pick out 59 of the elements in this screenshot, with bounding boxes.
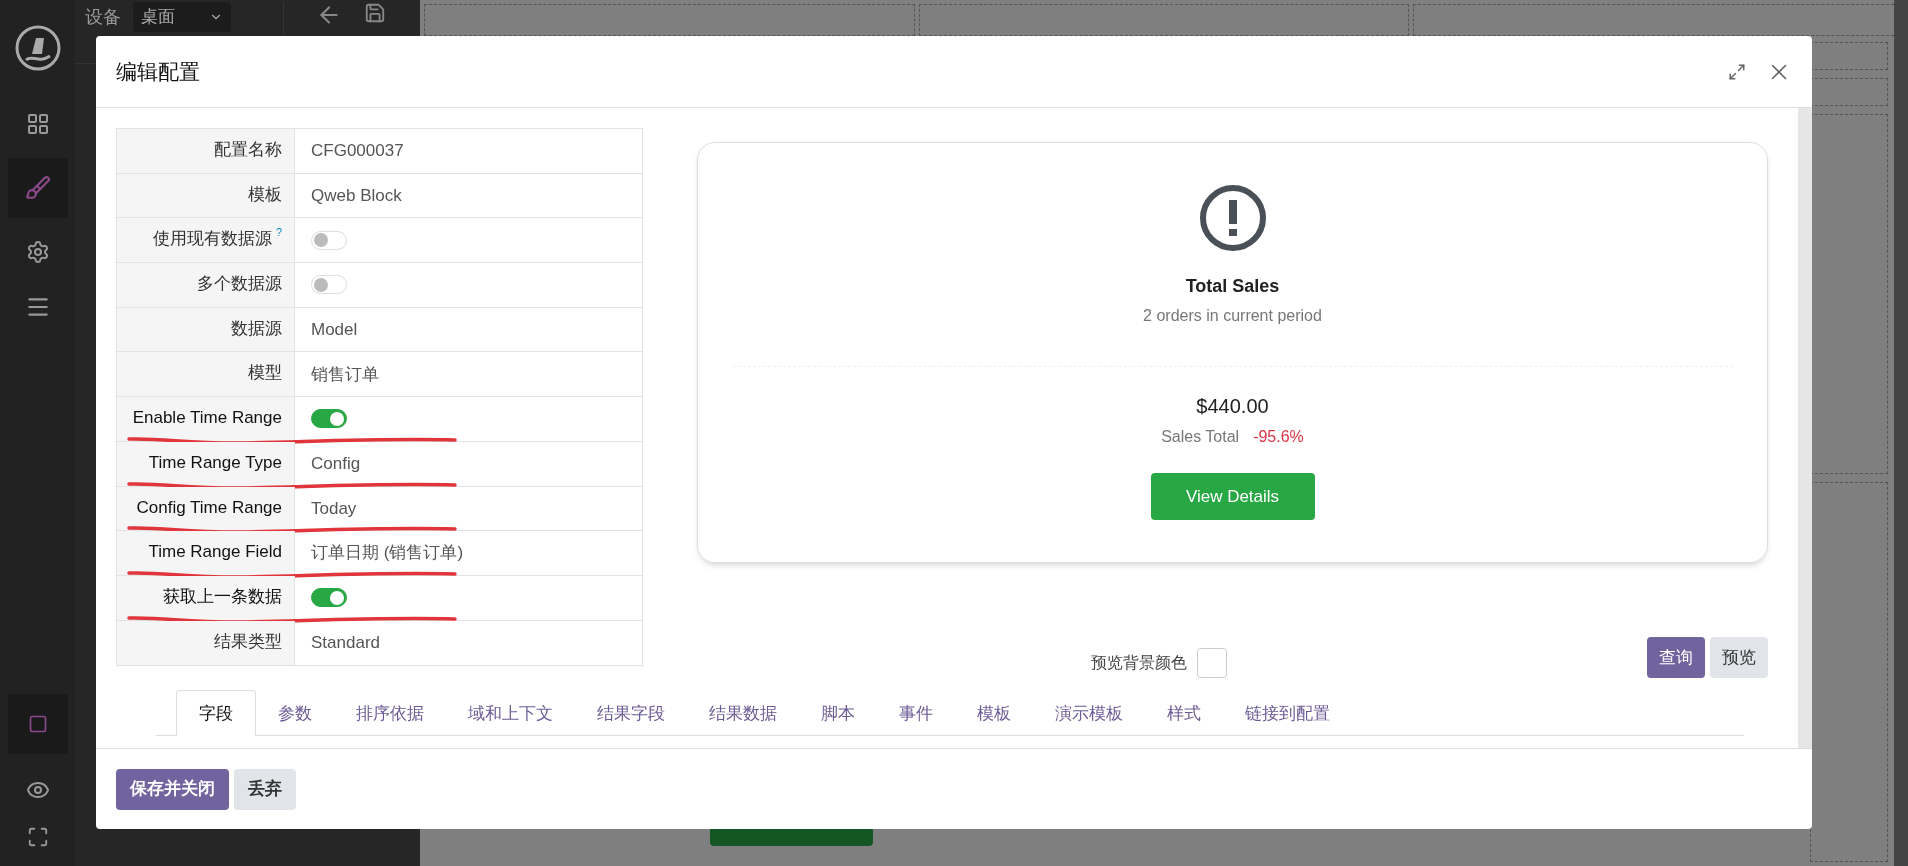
dialog-title: 编辑配置 (116, 58, 200, 85)
field-value[interactable]: Qweb Block (311, 182, 402, 209)
field-value[interactable]: Standard (311, 630, 380, 656)
sidebar-item-active[interactable] (7, 158, 68, 218)
card-title: Total Sales (1185, 275, 1280, 298)
card-subtitle: 2 orders in current period (1143, 306, 1322, 326)
field-value[interactable]: 订单日期 (销售订单) (311, 540, 464, 566)
amount: $440.00 (1196, 394, 1269, 419)
expand-icon[interactable] (26, 826, 49, 848)
field-label: 结果类型 (214, 630, 282, 653)
tab[interactable]: 域和上下文 (446, 690, 575, 737)
grid-icon[interactable] (25, 112, 50, 136)
field-value[interactable]: Config (311, 450, 361, 477)
tab[interactable]: 事件 (877, 690, 955, 737)
device-select[interactable]: 桌面 (133, 2, 231, 32)
change-percent: -95.6% (1253, 427, 1304, 447)
field-value[interactable]: Today (311, 495, 357, 522)
tab[interactable]: 模板 (955, 690, 1033, 737)
discard-button[interactable]: 丢弃 (234, 768, 296, 810)
field-label: 多个数据源 (197, 273, 282, 296)
field-value[interactable]: Model (311, 316, 358, 343)
help-mark[interactable]: ? (275, 226, 282, 239)
field-value[interactable]: CFG000037 (311, 138, 404, 164)
save-icon[interactable] (364, 2, 386, 24)
tab[interactable]: 样式 (1145, 690, 1223, 737)
query-button[interactable]: 查询 (1647, 636, 1705, 678)
field-value[interactable]: 销售订单 (311, 361, 379, 388)
field-label: Enable Time Range (132, 407, 282, 430)
field-label: 配置名称 (214, 139, 282, 161)
device-label: 设备 (85, 6, 121, 29)
tab[interactable]: 脚本 (799, 690, 877, 737)
tab[interactable]: 排序依据 (334, 690, 446, 737)
tab[interactable]: 演示模板 (1033, 690, 1145, 737)
tab[interactable]: 结果字段 (575, 690, 687, 737)
brush-icon (24, 175, 51, 201)
metric-label: Sales Total (1161, 427, 1240, 447)
field-label: 数据源 (231, 317, 282, 340)
exclamation-circle-icon (1197, 183, 1268, 253)
square-icon (27, 714, 48, 734)
toggle-switch[interactable] (311, 409, 347, 429)
field-label: 获取上一条数据 (163, 585, 282, 608)
color-swatch[interactable] (1197, 648, 1227, 679)
expand-icon[interactable] (1728, 62, 1746, 81)
field-label: Time Range Field (148, 541, 282, 564)
tab[interactable]: 链接到配置 (1223, 690, 1352, 737)
pen-logo-icon[interactable] (13, 24, 62, 72)
preview-bg-label: 预览背景颜色 (1091, 653, 1187, 674)
tab[interactable]: 参数 (256, 690, 334, 737)
field-label: Config Time Range (136, 496, 282, 519)
tab[interactable]: 字段 (176, 690, 256, 737)
field-label: Time Range Type (148, 451, 282, 474)
settings-icon[interactable] (25, 240, 50, 264)
field-label: 模型 (248, 362, 282, 385)
preview-button[interactable]: 预览 (1710, 636, 1768, 678)
field-label: 使用现有数据源 (152, 228, 272, 251)
toggle-switch[interactable] (311, 588, 347, 608)
field-label: 模板 (248, 183, 282, 206)
tab[interactable]: 结果数据 (687, 690, 799, 737)
save-close-button[interactable]: 保存并关闭 (116, 768, 229, 810)
